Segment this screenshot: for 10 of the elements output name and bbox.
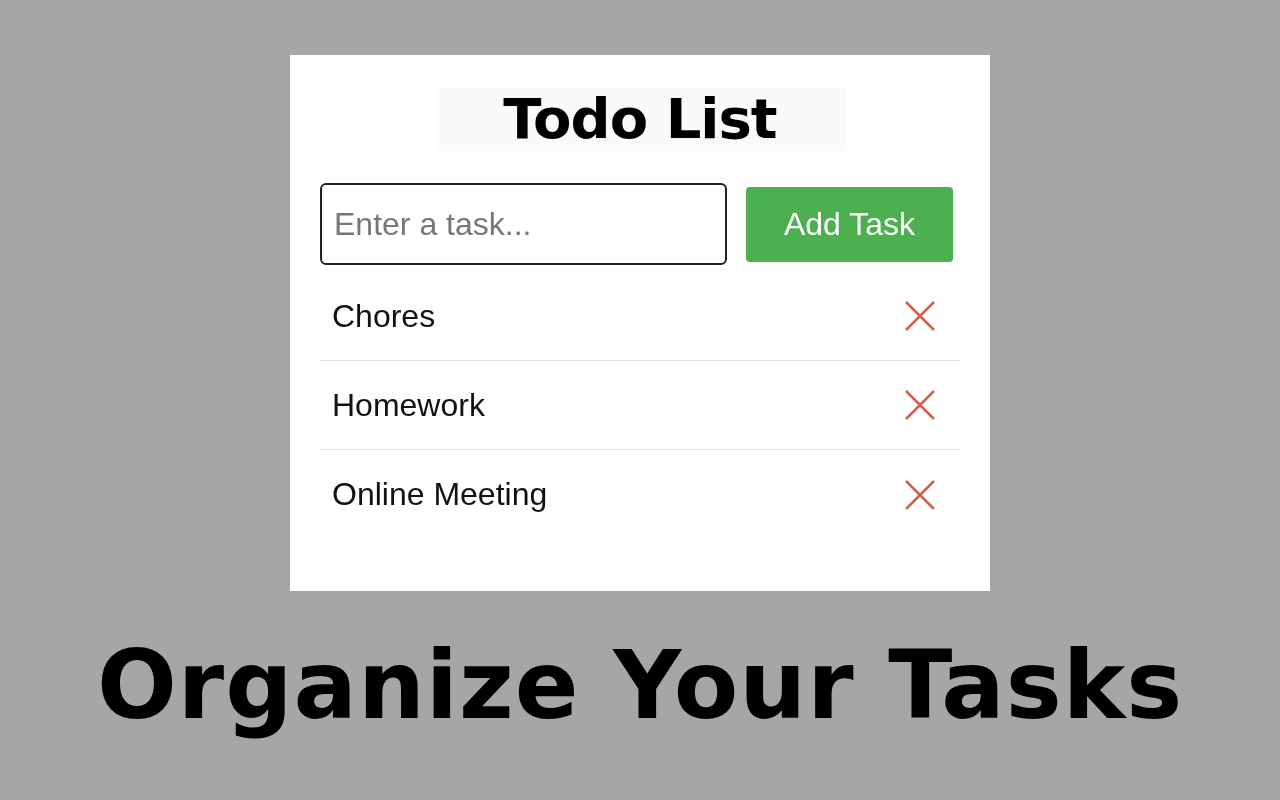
close-icon: [904, 478, 936, 511]
close-icon: [904, 300, 936, 332]
task-text: Chores: [332, 297, 436, 335]
app-title: Todo List: [435, 87, 845, 151]
close-icon: [904, 389, 936, 421]
add-task-button[interactable]: Add Task: [746, 186, 953, 262]
task-text: Homework: [332, 386, 485, 424]
task-input-field[interactable]: Enter a task...: [320, 183, 727, 265]
caption-text: Organize Your Tasks: [96, 631, 1184, 740]
task-text: Online Meeting: [332, 476, 548, 513]
